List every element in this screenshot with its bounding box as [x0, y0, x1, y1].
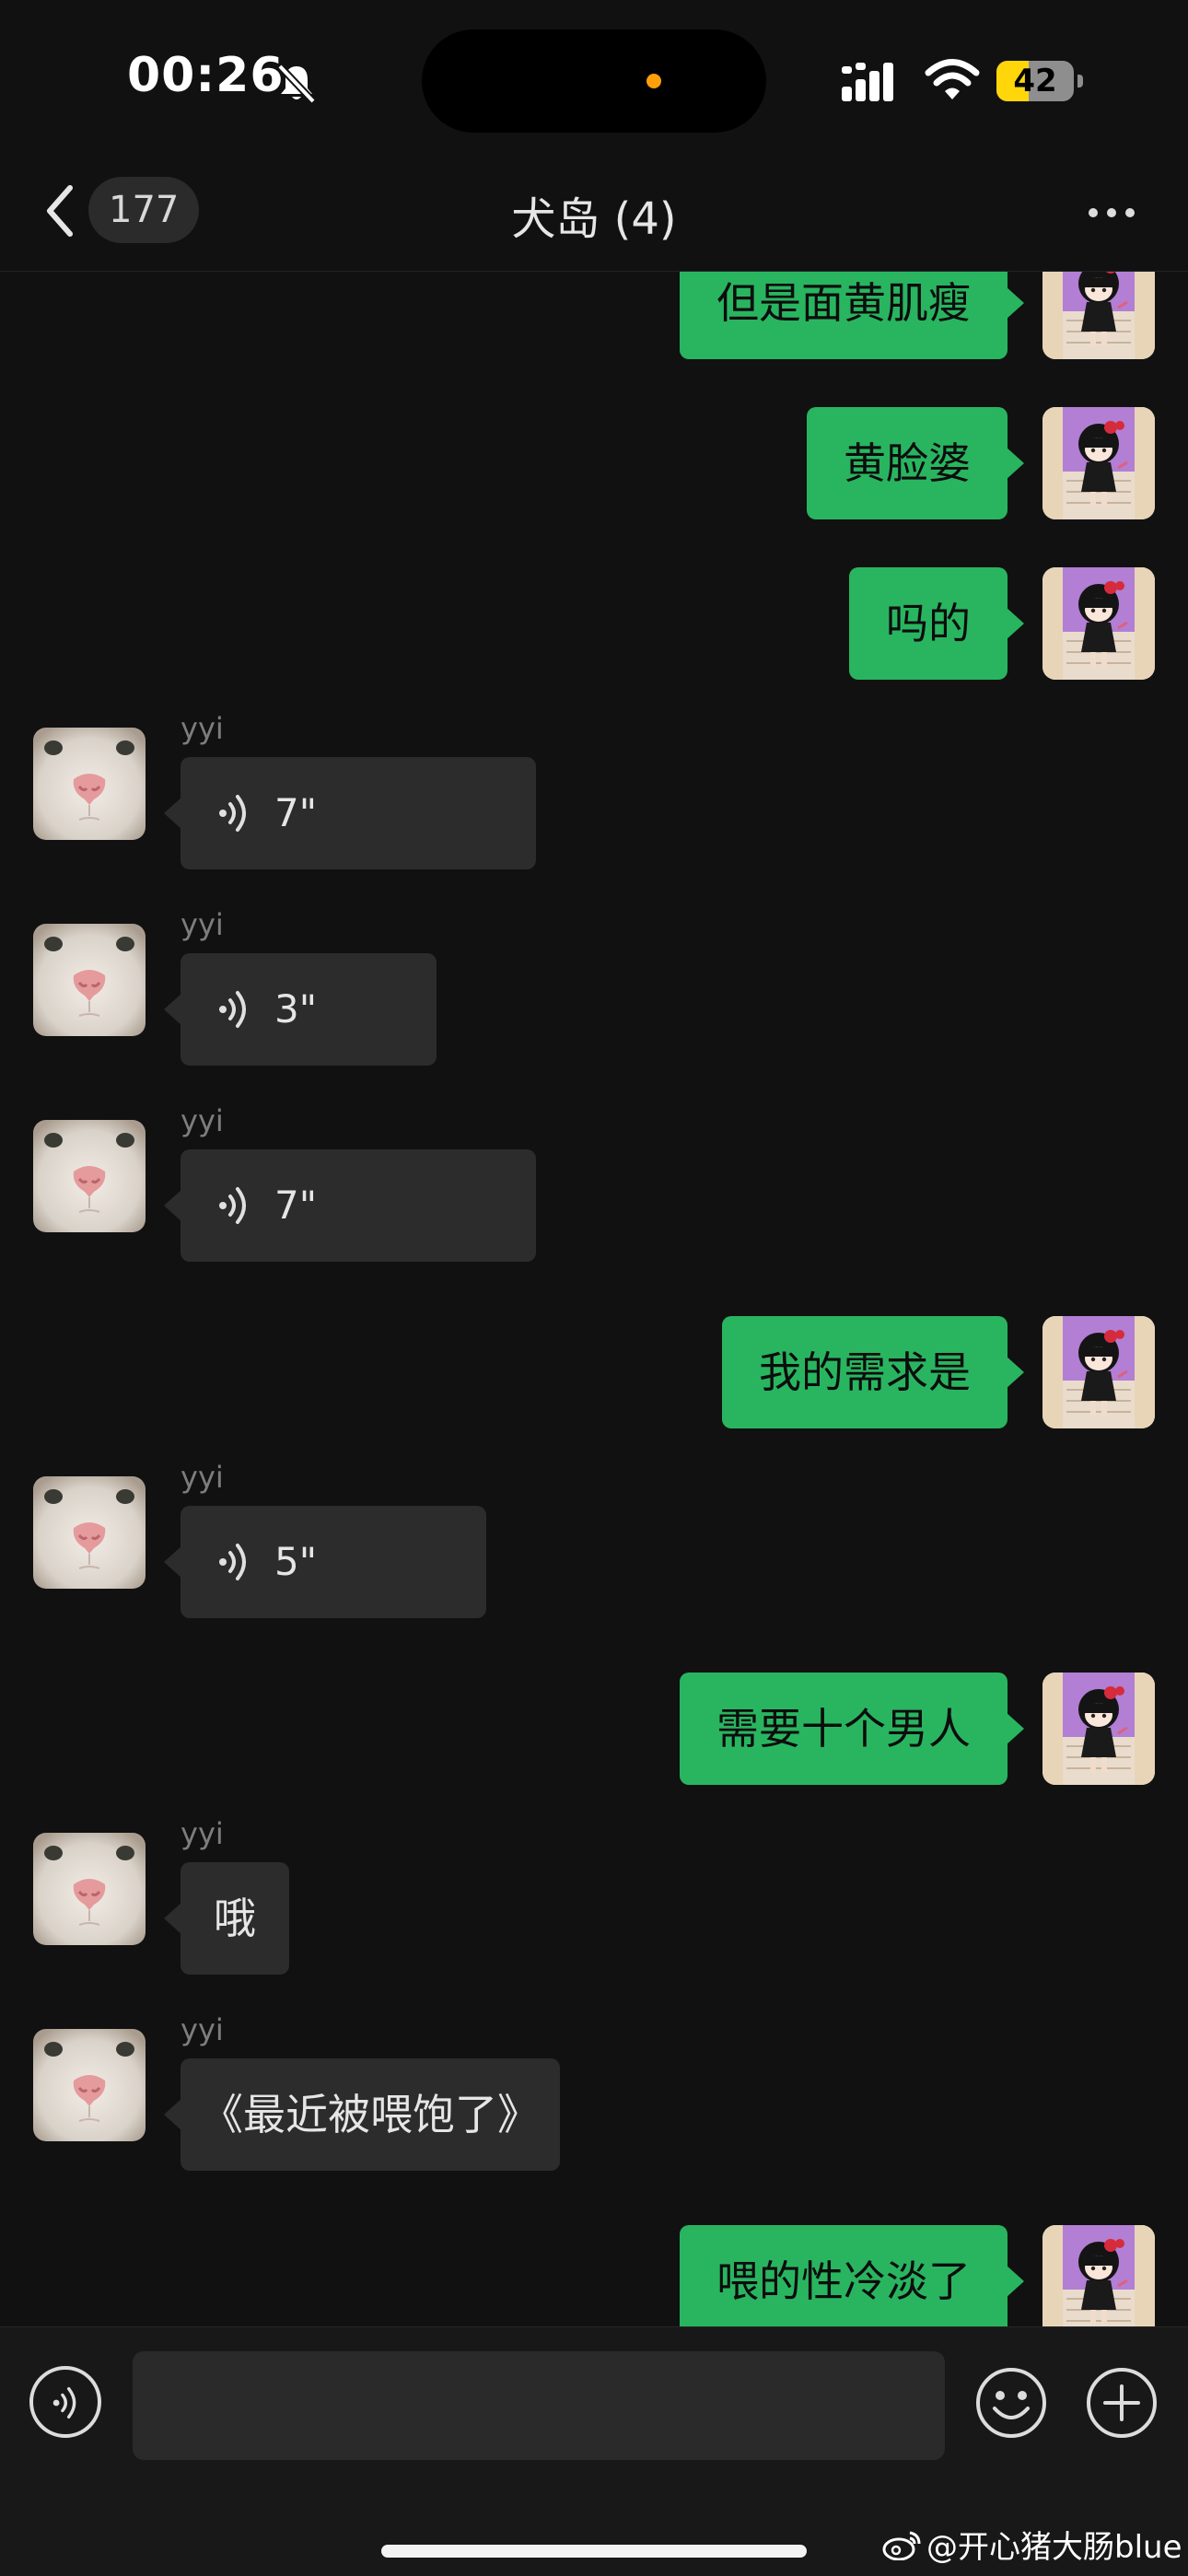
home-indicator[interactable] [381, 2545, 807, 2558]
message-input[interactable] [133, 2351, 945, 2460]
wifi-icon [925, 59, 980, 99]
yyi-avatar[interactable] [33, 1120, 146, 1232]
voice-waves-icon [217, 989, 254, 1030]
voice-input-icon [52, 2384, 83, 2421]
chat-header: 177 犬岛 (4) [0, 157, 1188, 272]
more-dots-icon[interactable] [1083, 201, 1138, 223]
message-bubble[interactable]: 需要十个男人 [680, 1673, 1024, 1785]
sender-name: yyi [181, 2012, 224, 2047]
chat-title: 犬岛 (4) [511, 193, 677, 245]
message-bubble[interactable]: 黄脸婆 [807, 407, 1024, 519]
voice-message-bubble[interactable]: 7" [164, 1149, 536, 1262]
bell-slash-icon [277, 64, 316, 104]
my-avatar[interactable] [1042, 1316, 1155, 1428]
voice-duration: 3" [274, 986, 318, 1032]
my-avatar[interactable] [1042, 2225, 1155, 2326]
voice-message-bubble[interactable]: 7" [164, 757, 536, 869]
sender-name: yyi [181, 1103, 224, 1138]
battery-icon: 42 [996, 61, 1083, 101]
sender-name: yyi [181, 711, 224, 746]
voice-waves-icon [217, 793, 254, 833]
yyi-avatar[interactable] [33, 1476, 146, 1589]
my-avatar[interactable] [1042, 567, 1155, 680]
message-bubble[interactable]: 喂的性冷淡了 [680, 2225, 1024, 2326]
voice-waves-icon [217, 1185, 254, 1226]
watermark-text: @开心猪大肠blue [926, 2529, 1182, 2566]
voice-input-button[interactable] [29, 2366, 101, 2438]
message-bubble[interactable]: 哦 [164, 1862, 289, 1975]
message-list[interactable]: 但是面黄肌瘦 黄脸婆 吗的 yyi 7" yyi 3" yyi 7" 我的需求是… [0, 271, 1188, 2326]
message-bubble[interactable]: 《最近被喂饱了》 [164, 2058, 560, 2171]
signal-icon [842, 63, 893, 101]
message-bubble[interactable]: 吗的 [849, 567, 1024, 680]
my-avatar[interactable] [1042, 1673, 1155, 1785]
voice-message-bubble[interactable]: 5" [164, 1506, 486, 1618]
voice-duration: 7" [274, 790, 318, 835]
voice-duration: 5" [274, 1539, 318, 1584]
yyi-avatar[interactable] [33, 2029, 146, 2141]
yyi-avatar[interactable] [33, 1833, 146, 1945]
dynamic-island [422, 29, 766, 133]
sender-name: yyi [181, 1816, 224, 1851]
battery-body: 42 [996, 61, 1074, 101]
yyi-avatar[interactable] [33, 728, 146, 840]
voice-message-bubble[interactable]: 3" [164, 953, 437, 1066]
watermark: @开心猪大肠blue [882, 2522, 1182, 2566]
yyi-avatar[interactable] [33, 924, 146, 1036]
weibo-logo-icon [882, 2531, 921, 2560]
status-time: 00:26 [127, 48, 285, 103]
status-bar: 00:26 42 [0, 0, 1188, 157]
message-bubble[interactable]: 但是面黄肌瘦 [680, 271, 1024, 359]
emoji-icon[interactable] [974, 2366, 1048, 2440]
battery-percent: 42 [1013, 63, 1057, 99]
plus-icon[interactable] [1085, 2366, 1159, 2440]
my-avatar[interactable] [1042, 271, 1155, 359]
sender-name: yyi [181, 907, 224, 942]
voice-duration: 7" [274, 1183, 318, 1228]
battery-nub [1077, 75, 1083, 87]
sender-name: yyi [181, 1460, 224, 1495]
privacy-indicator-dot [646, 74, 661, 88]
voice-waves-icon [217, 1542, 254, 1582]
my-avatar[interactable] [1042, 407, 1155, 519]
message-bubble[interactable]: 我的需求是 [722, 1316, 1024, 1428]
